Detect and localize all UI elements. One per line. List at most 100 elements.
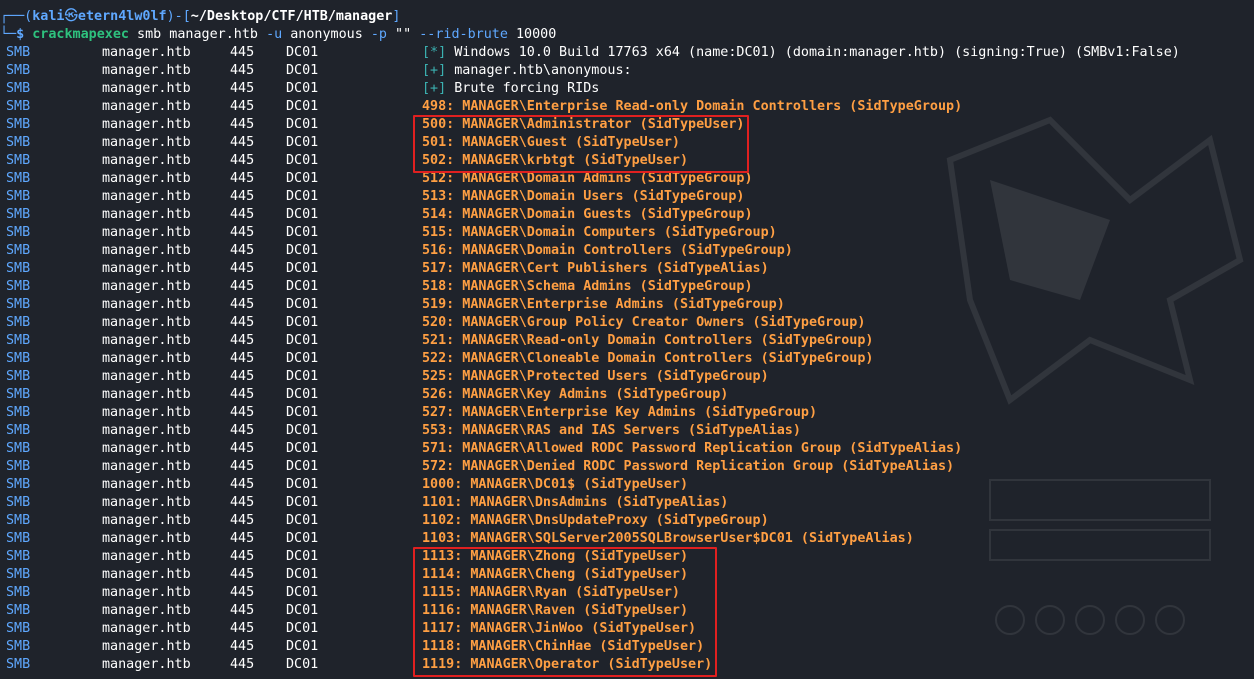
status-marker: [*] [422, 45, 447, 60]
port-label: 445 [230, 189, 255, 204]
rid-entry: 1117: MANAGER\JinWoo (SidTypeUser) [422, 621, 697, 636]
host-label: manager.htb [102, 657, 191, 672]
port-label: 445 [230, 459, 255, 474]
rid-entry: 1103: MANAGER\SQLServer2005SQLBrowserUse… [422, 531, 914, 546]
protocol-label: SMB [6, 585, 31, 600]
host-label: manager.htb [102, 405, 191, 420]
hostname-label: DC01 [286, 81, 319, 96]
hostname-label: DC01 [286, 225, 319, 240]
port-label: 445 [230, 585, 255, 600]
info-message: [+] Brute forcing RIDs [422, 80, 599, 98]
flag-rid-brute: --rid-brute [419, 27, 508, 42]
host-label: manager.htb [102, 297, 191, 312]
port-label: 445 [230, 387, 255, 402]
port-label: 445 [230, 243, 255, 258]
host-label: manager.htb [102, 279, 191, 294]
info-message: [*] Windows 10.0 Build 17763 x64 (name:D… [422, 44, 1180, 62]
hostname-label: DC01 [286, 459, 319, 474]
port-label: 445 [230, 423, 255, 438]
hostname-label: DC01 [286, 405, 319, 420]
port-label: 445 [230, 549, 255, 564]
rid-entry: 500: MANAGER\Administrator (SidTypeUser) [422, 117, 745, 132]
host-label: manager.htb [102, 117, 191, 132]
protocol-label: SMB [6, 333, 31, 348]
status-marker: [+] [422, 63, 447, 78]
host-label: manager.htb [102, 243, 191, 258]
rid-entry: 1118: MANAGER\ChinHae (SidTypeUser) [422, 639, 705, 654]
port-label: 445 [230, 567, 255, 582]
prompt-at: ㉿ [64, 9, 78, 24]
prompt-user: kali [32, 9, 65, 24]
arg-anonymous: anonymous [282, 27, 371, 42]
hostname-label: DC01 [286, 567, 319, 582]
host-label: manager.htb [102, 603, 191, 618]
host-label: manager.htb [102, 531, 191, 546]
port-label: 445 [230, 135, 255, 150]
port-label: 445 [230, 63, 255, 78]
rid-entry: 515: MANAGER\Domain Computers (SidTypeGr… [422, 225, 777, 240]
command-line[interactable]: └─$ crackmapexec smb manager.htb -u anon… [0, 26, 556, 44]
protocol-label: SMB [6, 297, 31, 312]
terminal-window[interactable]: ┌──(kali㉿etern4lw0lf)-[~/Desktop/CTF/HTB… [0, 0, 1254, 679]
hostname-label: DC01 [286, 531, 319, 546]
rid-entry: 517: MANAGER\Cert Publishers (SidTypeAli… [422, 261, 769, 276]
protocol-label: SMB [6, 45, 31, 60]
protocol-label: SMB [6, 513, 31, 528]
protocol-label: SMB [6, 207, 31, 222]
protocol-label: SMB [6, 603, 31, 618]
prompt-host: etern4lw0lf [77, 9, 167, 24]
rid-entry: 513: MANAGER\Domain Users (SidTypeGroup) [422, 189, 745, 204]
rid-entry: 1116: MANAGER\Raven (SidTypeUser) [422, 603, 689, 618]
rid-entry: 519: MANAGER\Enterprise Admins (SidTypeG… [422, 297, 785, 312]
hostname-label: DC01 [286, 603, 319, 618]
protocol-label: SMB [6, 135, 31, 150]
rid-entry: 498: MANAGER\Enterprise Read-only Domain… [422, 99, 963, 114]
protocol-label: SMB [6, 459, 31, 474]
hostname-label: DC01 [286, 315, 319, 330]
protocol-label: SMB [6, 153, 31, 168]
protocol-label: SMB [6, 315, 31, 330]
info-text: Brute forcing RIDs [446, 81, 600, 96]
host-label: manager.htb [102, 459, 191, 474]
rid-entry: 518: MANAGER\Schema Admins (SidTypeGroup… [422, 279, 753, 294]
hostname-label: DC01 [286, 639, 319, 654]
rid-entry: 527: MANAGER\Enterprise Key Admins (SidT… [422, 405, 818, 420]
hostname-label: DC01 [286, 153, 319, 168]
port-label: 445 [230, 441, 255, 456]
hostname-label: DC01 [286, 117, 319, 132]
info-text: Windows 10.0 Build 17763 x64 (name:DC01)… [446, 45, 1180, 60]
port-label: 445 [230, 477, 255, 492]
protocol-label: SMB [6, 369, 31, 384]
rid-entry: 553: MANAGER\RAS and IAS Servers (SidTyp… [422, 423, 801, 438]
kali-dragon-watermark [946, 116, 1244, 635]
prompt-sep: )-[ [166, 9, 191, 24]
protocol-label: SMB [6, 639, 31, 654]
rid-entry: 1000: MANAGER\DC01$ (SidTypeUser) [422, 477, 689, 492]
port-label: 445 [230, 333, 255, 348]
hostname-label: DC01 [286, 477, 319, 492]
host-label: manager.htb [102, 621, 191, 636]
host-label: manager.htb [102, 567, 191, 582]
rid-entry: 1101: MANAGER\DnsAdmins (SidTypeAlias) [422, 495, 729, 510]
rid-entry: 1113: MANAGER\Zhong (SidTypeUser) [422, 549, 689, 564]
prompt-close: ] [392, 9, 401, 24]
rid-entry: 522: MANAGER\Cloneable Domain Controller… [422, 351, 874, 366]
port-label: 445 [230, 117, 255, 132]
hostname-label: DC01 [286, 99, 319, 114]
prompt-header: ┌──(kali㉿etern4lw0lf)-[~/Desktop/CTF/HTB… [0, 8, 400, 26]
port-label: 445 [230, 171, 255, 186]
port-label: 445 [230, 513, 255, 528]
host-label: manager.htb [102, 477, 191, 492]
port-label: 445 [230, 495, 255, 510]
port-label: 445 [230, 369, 255, 384]
host-label: manager.htb [102, 171, 191, 186]
command-args-1: smb manager.htb [129, 27, 267, 42]
info-message: [+] manager.htb\anonymous: [422, 62, 632, 80]
port-label: 445 [230, 603, 255, 618]
rid-entry: 525: MANAGER\Protected Users (SidTypeGro… [422, 369, 769, 384]
protocol-label: SMB [6, 99, 31, 114]
host-label: manager.htb [102, 153, 191, 168]
port-label: 445 [230, 279, 255, 294]
prompt-dollar: $ [16, 27, 25, 42]
host-label: manager.htb [102, 585, 191, 600]
